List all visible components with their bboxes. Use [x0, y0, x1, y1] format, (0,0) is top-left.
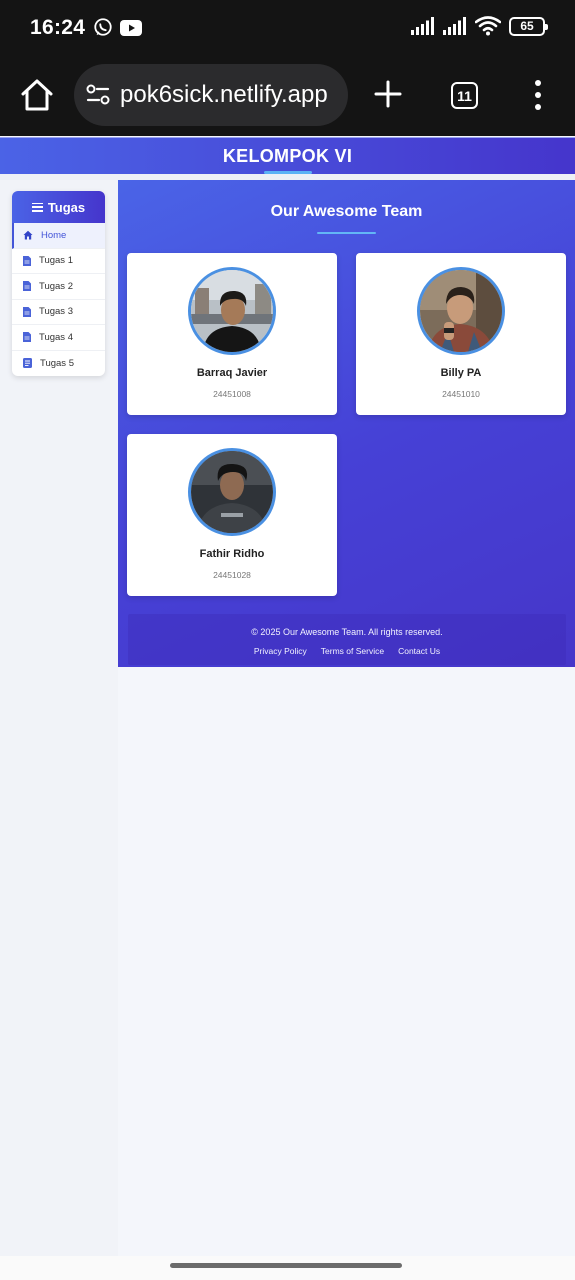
sidebar-item-home[interactable]: Home [12, 223, 105, 249]
sidebar-item-label: Tugas 1 [39, 255, 73, 267]
status-time: 16:24 [30, 16, 86, 39]
battery-level: 65 [520, 19, 534, 33]
browser-toolbar: pok6sick.netlify.app 11 [0, 58, 575, 136]
document-list-icon [23, 358, 32, 369]
sidebar-item-label: Tugas 4 [39, 331, 73, 343]
page-header: KELOMPOK VI [0, 137, 575, 174]
member-name: Billy PA [440, 367, 482, 379]
section-title: Our Awesome Team [270, 203, 423, 220]
more-icon[interactable] [530, 80, 546, 110]
member-id: 24451008 [213, 389, 251, 399]
page-blank-area [118, 667, 575, 1256]
sidebar-item-label: Tugas 3 [39, 306, 73, 318]
home-icon[interactable] [20, 78, 54, 112]
tabs-icon[interactable]: 11 [451, 82, 478, 109]
privacy-policy-link[interactable]: Privacy Policy [254, 646, 307, 656]
status-bar: 16:24 65 [0, 0, 575, 58]
system-nav-bar [0, 1256, 575, 1280]
signal-icon [411, 17, 434, 35]
youtube-icon [120, 20, 142, 36]
wifi-icon [475, 16, 501, 36]
avatar [188, 267, 276, 355]
title-underline [317, 232, 376, 234]
sidebar-item-label: Home [41, 229, 67, 241]
contact-us-link[interactable]: Contact Us [398, 646, 440, 656]
page-title: KELOMPOK VI [222, 146, 353, 166]
team-card: Billy PA 24451010 [356, 253, 566, 415]
document-icon [23, 255, 31, 266]
sidebar-item-tugas-1[interactable]: Tugas 1 [12, 249, 105, 274]
sidebar-menu: Tugas Home Tugas 1 Tugas 2 Tugas 3 Tugas… [12, 191, 105, 376]
sidebar-title: Tugas [47, 199, 86, 215]
plus-icon[interactable] [374, 80, 402, 108]
member-name: Barraq Javier [196, 367, 268, 379]
sidebar-item-tugas-5[interactable]: Tugas 5 [12, 351, 105, 377]
member-name: Fathir Ridho [199, 548, 265, 560]
sidebar-item-label: Tugas 5 [40, 357, 74, 369]
document-icon [23, 281, 31, 292]
url-text[interactable]: pok6sick.netlify.app [120, 81, 344, 109]
sidebar-item-label: Tugas 2 [39, 280, 73, 292]
team-card: Fathir Ridho 24451028 [127, 434, 337, 596]
gesture-handle[interactable] [170, 1263, 402, 1268]
whatsapp-icon [94, 18, 112, 36]
footer-links: Privacy Policy Terms of Service Contact … [128, 646, 566, 656]
page-footer: © 2025 Our Awesome Team. All rights rese… [128, 614, 566, 665]
team-section: Our Awesome Team Barraq Javier 24451008 [118, 180, 575, 667]
address-bar[interactable]: pok6sick.netlify.app [74, 64, 348, 126]
tab-count: 11 [457, 87, 472, 104]
site-settings-icon[interactable] [86, 84, 110, 106]
sidebar-item-tugas-2[interactable]: Tugas 2 [12, 274, 105, 300]
member-id: 24451028 [213, 570, 251, 580]
sidebar-header[interactable]: Tugas [12, 191, 105, 223]
sidebar-item-tugas-3[interactable]: Tugas 3 [12, 300, 105, 325]
avatar [188, 448, 276, 536]
team-card: Barraq Javier 24451008 [127, 253, 337, 415]
status-icons: 65 [411, 16, 548, 36]
member-id: 24451010 [442, 389, 480, 399]
signal-icon [443, 17, 466, 35]
footer-copyright: © 2025 Our Awesome Team. All rights rese… [251, 627, 443, 637]
document-icon [23, 306, 31, 317]
battery-indicator: 65 [509, 16, 548, 36]
document-icon [23, 332, 31, 343]
home-icon [23, 231, 33, 240]
terms-of-service-link[interactable]: Terms of Service [321, 646, 384, 656]
avatar [417, 267, 505, 355]
menu-icon [31, 202, 43, 212]
sidebar-item-tugas-4[interactable]: Tugas 4 [12, 325, 105, 351]
